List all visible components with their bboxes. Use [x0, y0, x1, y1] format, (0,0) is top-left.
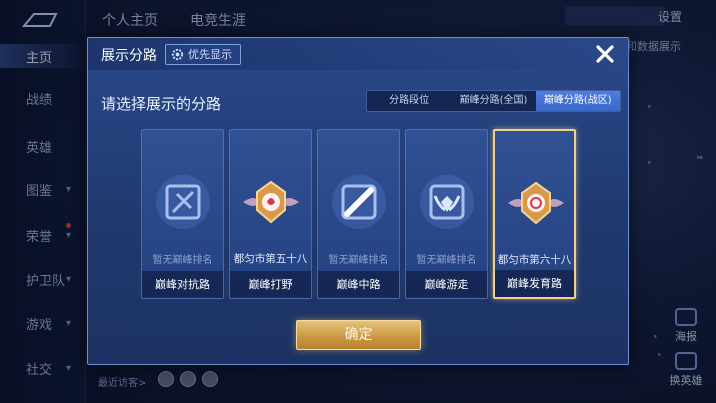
rank-text: 都匀市第五十八 — [233, 253, 308, 265]
gear-icon — [171, 48, 184, 61]
tab-peak-route-region[interactable]: 巅峰分路(战区) — [535, 91, 620, 111]
modal-title: 展示分路 — [101, 48, 157, 64]
route-name: 巅峰对抗路 — [142, 271, 223, 298]
route-card-jungle[interactable]: 都匀市第五十八 巅峰打野 — [229, 129, 312, 299]
route-card-mid-lane[interactable]: 暂无巅峰排名 巅峰中路 — [317, 129, 400, 299]
route-name: 巅峰中路 — [318, 271, 399, 298]
rank-text: 都匀市第六十八 — [497, 254, 572, 266]
rank-text: 暂无巅峰排名 — [152, 255, 213, 266]
clash-lane-icon — [156, 175, 210, 229]
route-name: 巅峰发育路 — [495, 270, 574, 297]
roam-icon — [420, 175, 474, 229]
route-name: 巅峰游走 — [406, 271, 487, 298]
tab-peak-route-national[interactable]: 巅峰分路(全国) — [451, 91, 535, 111]
priority-display-label: 优先显示 — [188, 48, 232, 61]
priority-display-button[interactable]: 优先显示 — [165, 44, 241, 65]
mid-lane-icon — [332, 175, 386, 229]
rank-text: 暂无巅峰排名 — [416, 255, 477, 266]
route-card-farm-lane[interactable]: 都匀市第六十八 巅峰发育路 — [493, 129, 576, 299]
route-card-roam[interactable]: 暂无巅峰排名 巅峰游走 — [405, 129, 488, 299]
route-display-modal: 展示分路 优先显示 请选择展示的分路 分路段位 巅峰分路(全国) 巅峰分路(战区… — [87, 37, 630, 365]
jungle-badge-icon — [243, 180, 299, 224]
farm-lane-badge-icon — [508, 181, 564, 225]
close-icon[interactable] — [593, 42, 617, 66]
route-name: 巅峰打野 — [230, 271, 311, 298]
rank-text: 暂无巅峰排名 — [328, 255, 389, 266]
confirm-button[interactable]: 确定 — [296, 320, 421, 350]
route-card-clash-lane[interactable]: 暂无巅峰排名 巅峰对抗路 — [141, 129, 224, 299]
route-filter-tabs: 分路段位 巅峰分路(全国) 巅峰分路(战区) — [366, 90, 621, 112]
modal-header: 展示分路 优先显示 — [88, 38, 630, 70]
tab-lane-rank[interactable]: 分路段位 — [367, 91, 451, 111]
choose-route-prompt: 请选择展示的分路 — [101, 95, 222, 113]
